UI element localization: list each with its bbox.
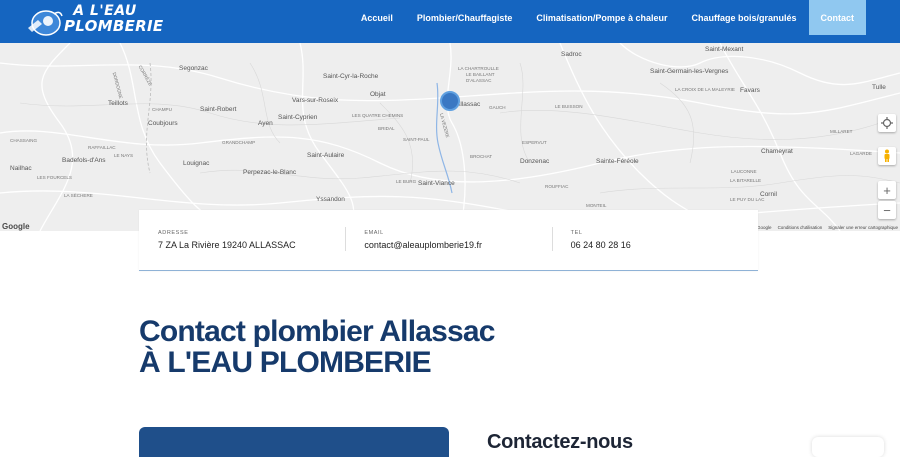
map-place-label: Sainte-Féréole [596, 158, 639, 165]
map-street-view-button[interactable] [878, 147, 896, 165]
map-place-label: ESPERVUT [522, 140, 547, 145]
email-link[interactable]: contact@aleauplomberie19.fr [364, 240, 551, 250]
contact-image [139, 427, 449, 457]
map-place-label: LA BITARELLE [730, 178, 762, 183]
map-place-label: CHAMPU [152, 107, 172, 112]
map-zoom-out-button[interactable]: − [878, 201, 896, 219]
map-place-label: D'ALASSAC [466, 78, 492, 83]
map-place-label: LE NAYS [114, 153, 134, 158]
map-place-label: MILLARET [830, 129, 853, 134]
map-place-label: Saint-Robert [200, 106, 237, 113]
email-label: EMAIL [364, 230, 384, 236]
tel-link[interactable]: 06 24 80 28 16 [571, 240, 758, 250]
map-place-label: Saint-Cyprien [278, 114, 318, 121]
map-place-label: LES QUATRE CHEMINS [352, 113, 404, 118]
map-terms-link[interactable]: Conditions d'utilisation [778, 225, 823, 230]
logo-line-2: PLOMBERIE [64, 17, 164, 35]
map-place-label: Objat [370, 91, 386, 98]
tel-label: TEL [570, 230, 583, 236]
map-place-label: Yssandon [316, 196, 345, 203]
map-place-label: Ayen [258, 120, 273, 127]
map-place-label: SAINT-PAUL [403, 137, 430, 142]
site-header: A L'EAU PLOMBERIE Accueil Plombier/Chauf… [0, 0, 900, 43]
map-place-label: LES FOURCELS [37, 175, 72, 180]
map-place-label: Nailhac [10, 165, 32, 172]
map-place-label: Donzenac [520, 158, 550, 165]
map-place-label: Coubjours [148, 120, 178, 127]
map-place-label: LA CHARTROULLE [458, 66, 499, 71]
map-place-label: Saint-Cyr-la-Roche [323, 73, 379, 80]
map-place-label: LAUCONNE [731, 169, 757, 174]
map-place-label: Teillots [108, 100, 128, 107]
site-logo[interactable]: A L'EAU PLOMBERIE [24, 4, 164, 40]
map-place-label: Saint-Aulaire [307, 152, 345, 159]
map-place-label: Badefols-d'Ans [62, 157, 106, 164]
map-zoom-in-button[interactable]: + [878, 181, 896, 199]
page-title-line-1: Contact plombier Allassac [139, 315, 495, 348]
map-place-label: LE PUY DU LAC [730, 197, 765, 202]
map-place-label: LAGARDE [850, 151, 872, 156]
target-icon [881, 117, 893, 129]
map-place-label: MONTEIL [586, 203, 607, 208]
nav-item-chauffage-bois[interactable]: Chauffage bois/granulés [679, 0, 808, 35]
tel-block: TEL 06 24 80 28 16 [551, 210, 758, 270]
page-title-line-2: À L'EAU PLOMBERIE [139, 346, 432, 379]
map-place-label: Perpezac-le-Blanc [243, 169, 297, 176]
map-roads [0, 43, 900, 231]
map-place-label: Saint-Viance [418, 180, 455, 187]
map-place-label: CHASSAING [10, 138, 38, 143]
map-place-label: Louignac [183, 160, 210, 167]
location-map[interactable]: Segonzac Saint-Cyr-la-Roche Sadroc Saint… [0, 43, 900, 231]
logo-wordmark: A L'EAU PLOMBERIE [64, 4, 164, 35]
address-value: 7 ZA La Rivière 19240 ALLASSAC [158, 240, 296, 250]
map-location-marker[interactable] [440, 91, 460, 111]
address-block: ADRESSE 7 ZA La Rivière 19240 ALLASSAC [139, 210, 345, 270]
map-place-label: BRIDAL [378, 126, 395, 131]
map-place-label: LA SÈCHERE [64, 193, 93, 198]
google-logo: Google [2, 222, 30, 231]
map-place-label: Vars-sur-Roseix [292, 97, 339, 104]
map-place-label: LE BURG [396, 179, 417, 184]
email-block: EMAIL contact@aleauplomberie19.fr [345, 210, 551, 270]
nav-item-climatisation[interactable]: Climatisation/Pompe à chaleur [524, 0, 679, 35]
map-place-label: Sadroc [561, 51, 582, 58]
map-place-label: Favars [740, 87, 760, 94]
map-place-label: Saint-Germain-les-Vergnes [650, 68, 729, 75]
page-title: Contact plombier Allassac À L'EAU PLOMBE… [139, 316, 495, 378]
map-place-label: BROCHAT [470, 154, 493, 159]
map-place-label: LA CROIX DE LA MALEYRIE [675, 87, 735, 92]
map-place-label: Chameyrat [761, 148, 793, 155]
main-nav: Accueil Plombier/Chauffagiste Climatisat… [349, 0, 866, 35]
map-place-label: ROUFFIAC [545, 184, 569, 189]
contact-info-card: ADRESSE 7 ZA La Rivière 19240 ALLASSAC E… [139, 210, 758, 271]
map-place-label: Tulle [872, 84, 886, 91]
map-place-label: LE BAILLANT [466, 72, 495, 77]
map-report-link[interactable]: Signaler une erreur cartographique [828, 225, 898, 230]
plumber-mascot-icon [28, 10, 63, 36]
map-place-label: GRANDCHAMP [222, 140, 256, 145]
pegman-icon [884, 149, 890, 162]
contact-form-heading: Contactez-nous [487, 431, 633, 453]
map-place-label: LE BUISSON [555, 104, 583, 109]
nav-item-accueil[interactable]: Accueil [349, 0, 405, 35]
map-place-label: Segonzac [179, 65, 208, 72]
map-recenter-button[interactable] [878, 114, 896, 132]
map-place-label: Saint-Mexant [705, 46, 744, 53]
map-place-label: GAUCH [489, 105, 506, 110]
floating-widget-button[interactable] [812, 437, 884, 457]
address-label: ADRESSE [158, 230, 189, 236]
map-place-label: RAFFAILLAC [88, 145, 116, 150]
nav-item-plombier-chauffagiste[interactable]: Plombier/Chauffagiste [405, 0, 525, 35]
nav-item-contact[interactable]: Contact [808, 0, 866, 35]
